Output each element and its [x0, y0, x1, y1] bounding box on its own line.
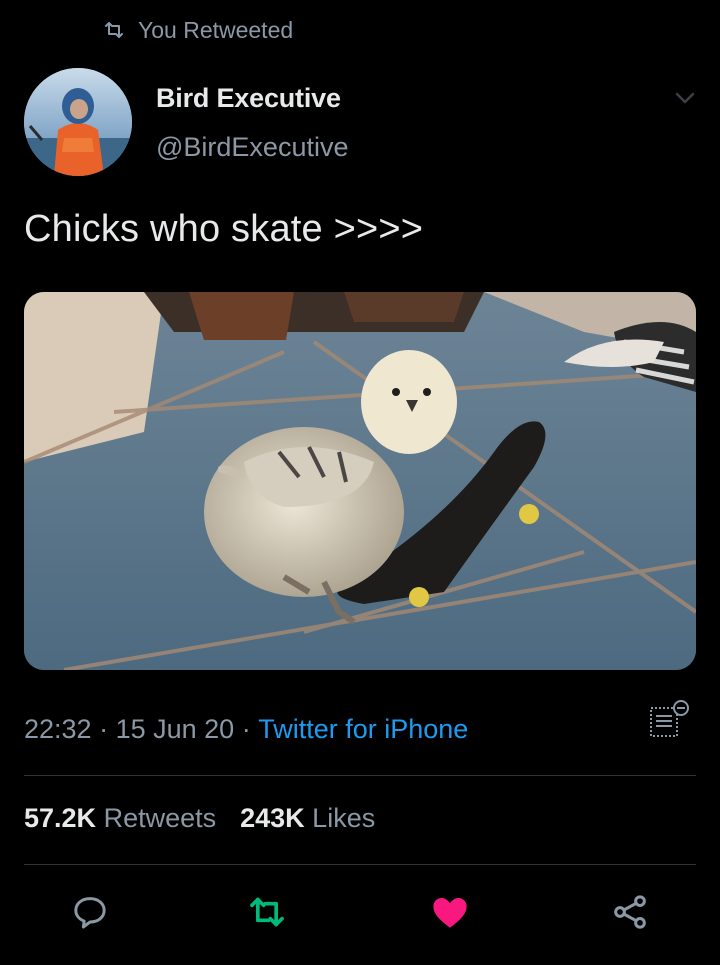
likes-stat[interactable]: 243K Likes: [240, 803, 375, 834]
like-button[interactable]: [426, 888, 474, 936]
tweet-time: 22:32: [24, 714, 92, 744]
tweet-source-link[interactable]: Twitter for iPhone: [258, 714, 468, 745]
reply-button[interactable]: [66, 888, 114, 936]
retweet-context: You Retweeted: [102, 14, 293, 46]
retweet-icon: [250, 897, 284, 927]
analytics-icon[interactable]: [648, 698, 690, 740]
tweet-text: Chicks who skate >>>>: [24, 208, 424, 250]
reply-icon: [74, 897, 106, 929]
retweet-icon: [105, 22, 123, 38]
share-button[interactable]: [606, 888, 654, 936]
divider: [24, 864, 696, 865]
tweet-meta: 22:32 · 15 Jun 20 · Twitter for iPhone: [24, 714, 468, 745]
author-display-name[interactable]: Bird Executive: [156, 83, 341, 114]
chevron-down-icon[interactable]: [670, 86, 700, 110]
tweet-media[interactable]: [24, 292, 696, 670]
share-icon: [614, 895, 646, 929]
likes-label: Likes: [304, 803, 376, 833]
meta-separator: ·: [234, 714, 259, 744]
tweet-date: 15 Jun 20: [115, 714, 235, 744]
tweet-stats: 57.2K Retweets 243K Likes: [24, 803, 375, 834]
photo-chick-on-skateboard: [24, 292, 696, 670]
retweets-label: Retweets: [96, 803, 217, 833]
author-handle[interactable]: @BirdExecutive: [156, 132, 348, 163]
avatar-image: [24, 68, 132, 176]
divider: [24, 775, 696, 776]
retweets-stat[interactable]: 57.2K Retweets: [24, 803, 216, 834]
likes-count: 243K: [240, 803, 305, 833]
heart-icon: [433, 898, 467, 928]
meta-separator: ·: [91, 714, 116, 744]
avatar[interactable]: [24, 68, 132, 176]
retweet-button[interactable]: [243, 888, 291, 936]
retweet-context-label: You Retweeted: [138, 16, 294, 43]
retweets-count: 57.2K: [24, 803, 97, 833]
